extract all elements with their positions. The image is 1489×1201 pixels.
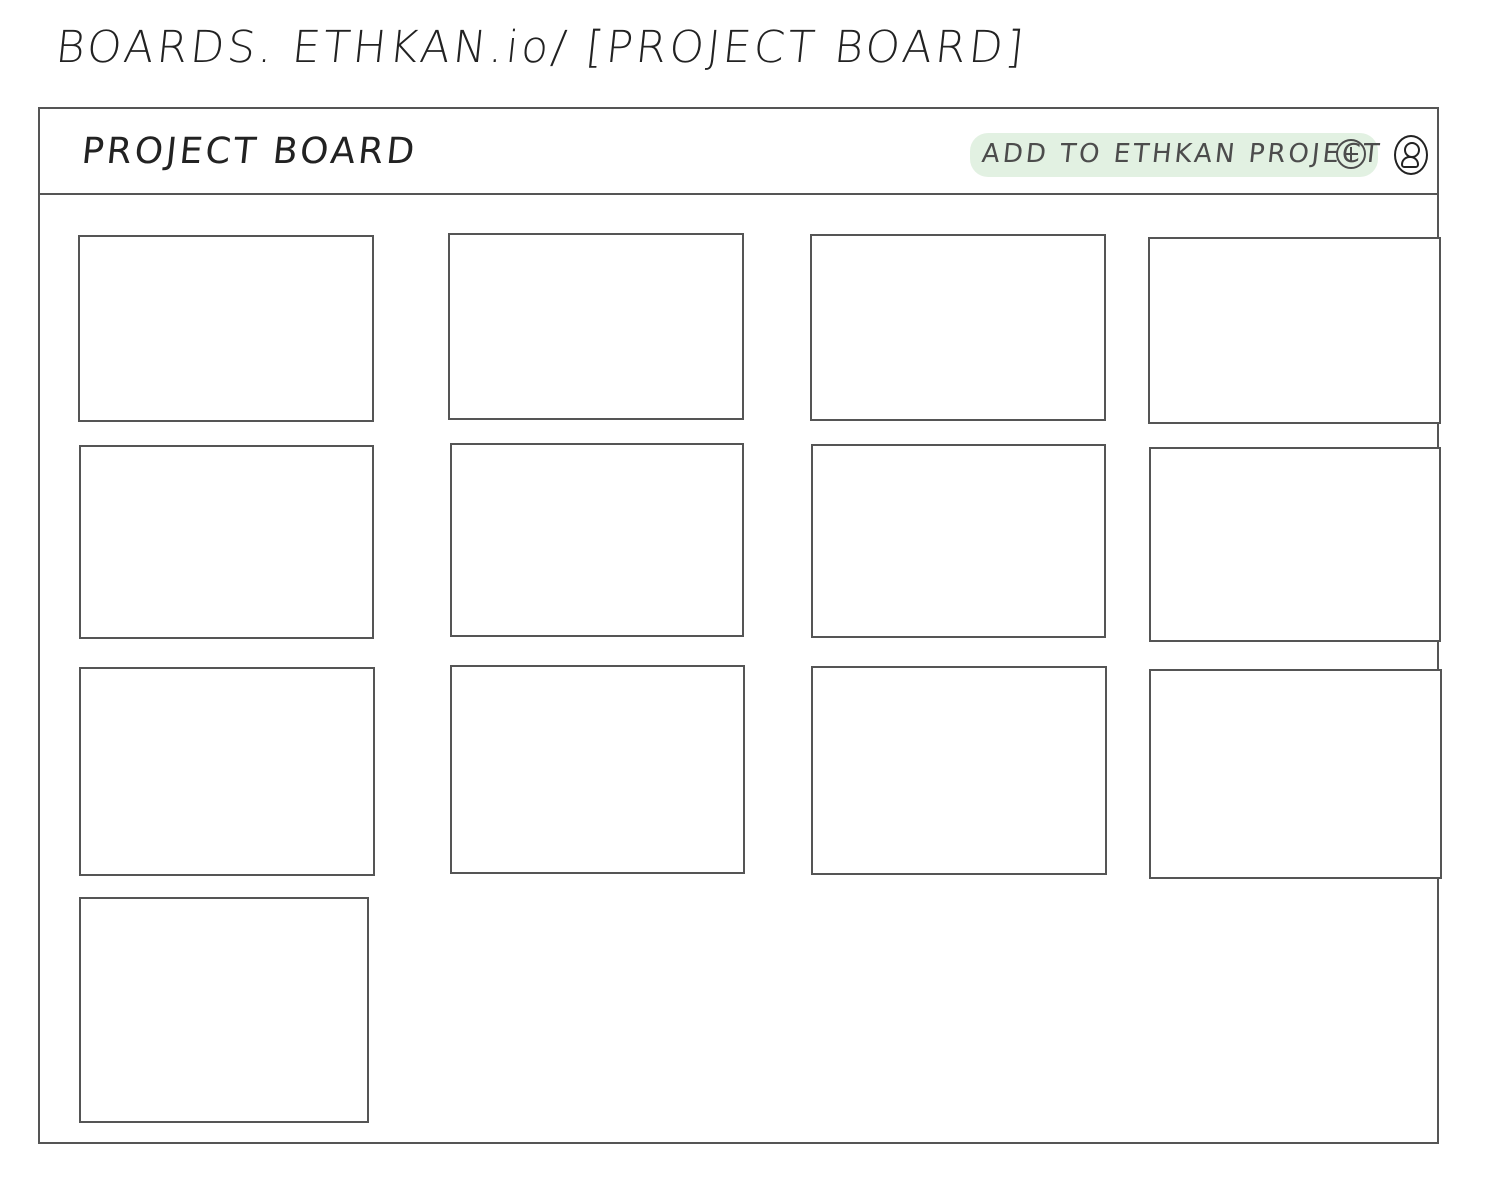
board-card[interactable] (1148, 237, 1441, 424)
board-card[interactable] (450, 665, 745, 874)
plus-circle-icon[interactable] (1336, 139, 1366, 169)
page-title: PROJECT BOARD (79, 131, 420, 172)
board-card[interactable] (78, 235, 374, 422)
board-card[interactable] (79, 897, 369, 1123)
url-bar[interactable]: BOARDS. ETHKAN.io/ [PROJECT BOARD] (53, 22, 1028, 73)
board-card[interactable] (811, 444, 1106, 638)
board-card[interactable] (79, 667, 375, 876)
board-card[interactable] (1149, 669, 1442, 879)
board-card[interactable] (810, 234, 1106, 421)
board-card[interactable] (450, 443, 744, 637)
board-card[interactable] (811, 666, 1107, 875)
board-card[interactable] (1149, 447, 1441, 642)
header-bar: PROJECT BOARD ADD TO ETHKAN PROJECT (40, 109, 1437, 195)
board-card[interactable] (448, 233, 744, 420)
app-window: PROJECT BOARD ADD TO ETHKAN PROJECT (38, 107, 1442, 1144)
user-avatar-icon[interactable] (1394, 135, 1428, 175)
board-card[interactable] (79, 445, 374, 639)
add-to-project-button[interactable]: ADD TO ETHKAN PROJECT (970, 133, 1384, 177)
add-to-project-label: ADD TO ETHKAN PROJECT (980, 139, 1384, 169)
